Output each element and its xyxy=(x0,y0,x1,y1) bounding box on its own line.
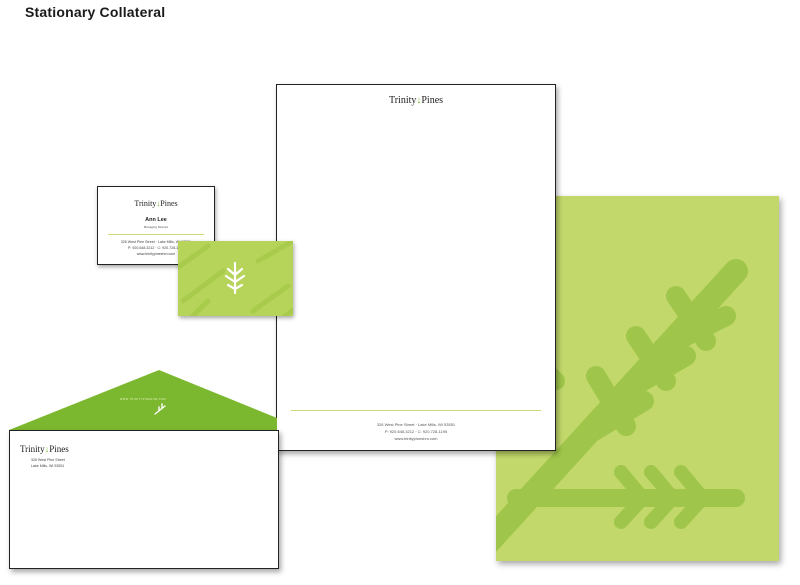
brand-name-right: Pines xyxy=(160,199,178,208)
envelope-logo: Trinity↓Pines xyxy=(20,444,69,454)
phone-line: P: 920.648.3212 ⋅ C: 920.728-1195 xyxy=(384,429,448,434)
brand-name-left: Trinity xyxy=(388,95,417,106)
address-line: 326 West Pine Street ⋅ Lake Mills, WI 53… xyxy=(376,422,456,427)
envelope-flap-text-layer: WWW.TRINITYPINESHM.COM xyxy=(9,370,277,432)
address-line-2: Lake Mills, WI 53551 xyxy=(31,464,65,468)
card-back-pattern xyxy=(178,241,293,316)
page-title: Stationary Collateral xyxy=(25,4,166,20)
brand-name-right: Pines xyxy=(421,95,444,106)
website: www.trinitypineshm.com xyxy=(394,436,438,441)
brand-name-right: Pines xyxy=(49,444,69,454)
letterhead-logo: Trinity↓Pines xyxy=(277,95,555,106)
brand-name-left: Trinity xyxy=(20,444,45,454)
card-logo: Trinity↓Pines xyxy=(98,199,214,208)
letterhead-footer: 326 West Pine Street ⋅ Lake Mills, WI 53… xyxy=(277,421,555,442)
brand-name-left: Trinity xyxy=(134,199,157,208)
return-address: 326 West Pine Street Lake Mills, WI 5355… xyxy=(31,457,65,469)
footer-divider xyxy=(291,410,541,411)
card-divider xyxy=(108,234,204,235)
letterhead: Trinity↓Pines 326 West Pine Street ⋅ Lak… xyxy=(276,84,556,451)
card-person-title: Managing Director xyxy=(143,225,169,229)
flap-website: WWW.TRINITYPINESHM.COM xyxy=(119,398,167,401)
envelope: Trinity↓Pines 326 West Pine Street Lake … xyxy=(9,430,279,569)
card-person-name: Ann Lee xyxy=(145,217,167,223)
business-card-back xyxy=(178,241,293,316)
pine-sprig-icon xyxy=(224,261,246,295)
